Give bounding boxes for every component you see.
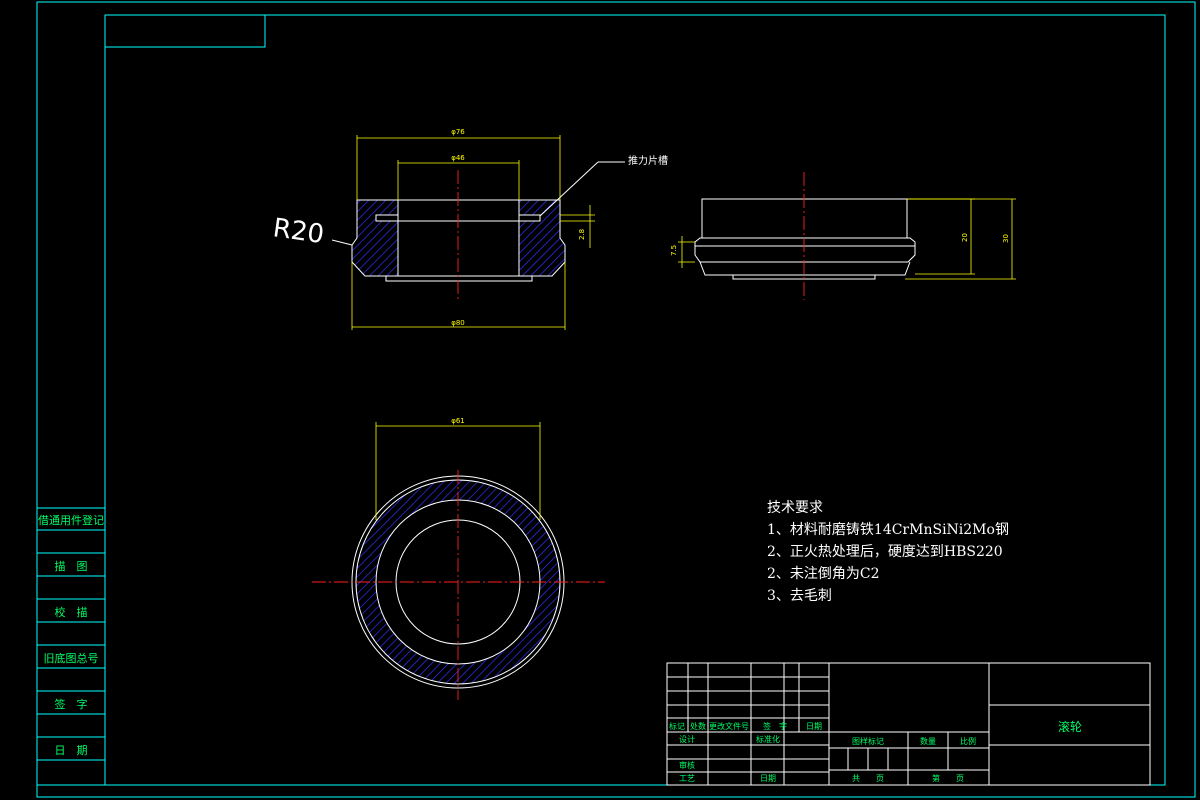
tb-sheet-no: 第 页	[932, 773, 964, 783]
top-left-code-box	[104, 14, 266, 48]
tech-line: 2、未注倒角为C2	[767, 566, 880, 582]
tb-design: 设计	[679, 734, 695, 744]
tech-line: 2、正火热处理后，硬度达到HBS220	[767, 544, 1003, 560]
side-panel-item: 描 图	[55, 559, 88, 573]
tb-rev-header: 标记	[669, 721, 685, 731]
tb-standardize: 标准化	[756, 734, 780, 744]
dim-inner-top: φ46	[451, 154, 465, 162]
side-upper-body	[701, 198, 908, 239]
side-view: 7.5 20 30	[670, 172, 1016, 300]
tb-rev-header: 签 字	[763, 721, 787, 731]
tb-quantity: 数量	[920, 736, 936, 746]
dim-bottom: φ80	[451, 319, 465, 327]
tb-rev-header: 处数	[690, 721, 706, 731]
groove-callout: 推力片槽	[628, 154, 668, 167]
tb-date: 日期	[760, 774, 776, 783]
side-panel-item: 签 字	[55, 697, 88, 711]
side-panel-item: 旧底图总号	[44, 651, 99, 665]
left-wall-section	[351, 199, 399, 277]
drawing-frame	[36, 1, 1196, 798]
tb-part-name: 滚轮	[1058, 719, 1082, 734]
dim-step: 7.5	[670, 245, 678, 256]
side-panel: 借通用件登记 描 图 校 描 旧底图总号 签 字 日 期	[36, 507, 106, 786]
tech-line: 3、去毛刺	[767, 588, 832, 604]
tb-review: 审核	[679, 760, 695, 770]
right-wall-section	[518, 199, 566, 277]
tb-stage-mark: 图样标记	[852, 736, 884, 746]
section-view: φ76 φ46 φ80 2.8 推力片槽 R20	[271, 128, 668, 330]
radius-label: R20	[271, 213, 326, 250]
dim-outer-top: φ76	[451, 128, 465, 136]
title-block: 标记 处数 更改文件号 签 字 日期 设计 标准化 审核 工艺 日期 图样标记 …	[666, 662, 1151, 786]
dim-height-total: 30	[1002, 234, 1010, 243]
side-panel-item: 借通用件登记	[38, 513, 104, 527]
dim-groove: 2.8	[578, 229, 586, 240]
tech-requirements: 技术要求 1、材料耐磨铸铁14CrMnSiNi2Mo钢 2、正火热处理后，硬度达…	[767, 500, 1009, 604]
cad-drawing-canvas: 借通用件登记 描 图 校 描 旧底图总号 签 字 日 期 φ76 φ46 φ80…	[36, 1, 1196, 798]
tb-process: 工艺	[679, 774, 695, 783]
dim-plan-diameter: φ61	[451, 417, 465, 425]
tb-scale: 比例	[960, 736, 976, 746]
tb-total-sheets: 共 页	[852, 774, 884, 783]
tb-rev-header: 更改文件号	[709, 721, 749, 731]
tech-line: 1、材料耐磨铸铁14CrMnSiNi2Mo钢	[767, 522, 1009, 538]
dim-height-inner: 20	[961, 233, 969, 242]
tech-heading: 技术要求	[767, 500, 823, 516]
side-panel-item: 校 描	[55, 605, 88, 619]
side-flange	[694, 237, 916, 263]
tb-rev-header: 日期	[806, 722, 822, 731]
side-panel-item: 日 期	[55, 744, 88, 757]
base-strip	[385, 275, 533, 282]
plan-view: φ61	[312, 417, 605, 700]
